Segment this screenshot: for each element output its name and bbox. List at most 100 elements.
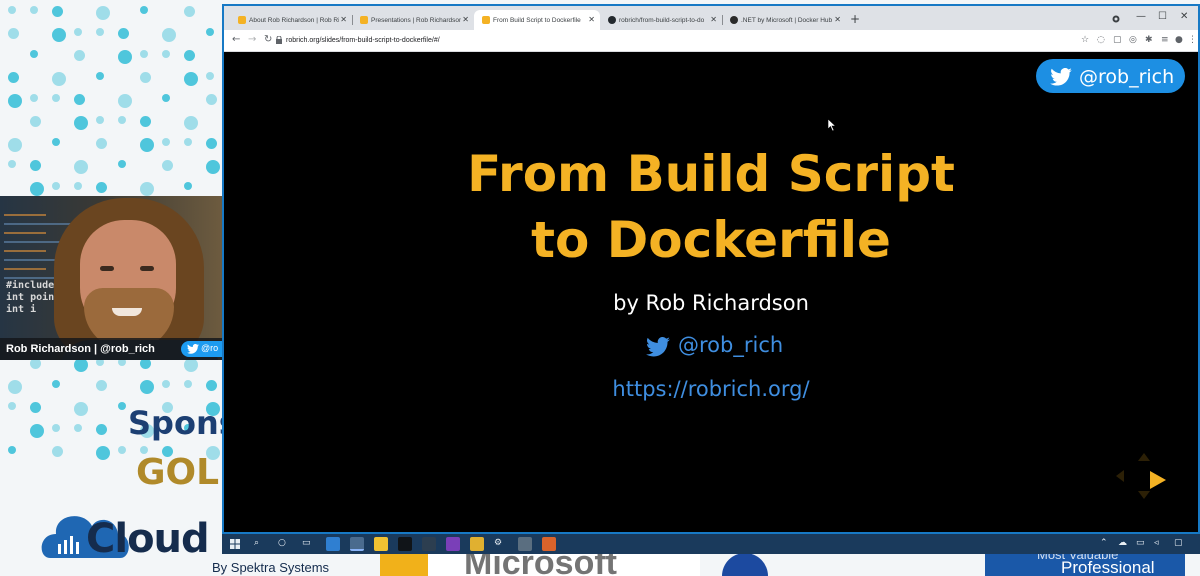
decorative-dot (118, 116, 126, 124)
slide-title-line1: From Build Script (467, 145, 955, 203)
notes-taskbar-icon[interactable] (470, 537, 484, 551)
decorative-dot (140, 138, 154, 152)
decorative-dot (96, 6, 110, 20)
record-icon[interactable] (1112, 15, 1120, 23)
browser-toolbar: ← → ↻ robrich.org/slides/from-build-scri… (224, 30, 1198, 52)
profile-icon[interactable]: ● (1175, 35, 1183, 45)
mvp-badge-line2: Professional (1061, 558, 1155, 576)
extension-icon[interactable]: ◌ (1097, 35, 1105, 45)
decorative-dot (30, 182, 44, 196)
terminal-taskbar-icon[interactable] (398, 537, 412, 551)
app-taskbar-icon[interactable] (542, 537, 556, 551)
decorative-dot (74, 28, 82, 36)
search-icon[interactable]: ⌕ (254, 538, 259, 548)
visual-studio-icon[interactable] (446, 537, 460, 551)
decorative-dot (52, 182, 60, 190)
console-taskbar-icon[interactable] (422, 537, 436, 551)
close-window-button[interactable]: ✕ (1180, 11, 1188, 22)
decorative-dot (52, 28, 66, 42)
decorative-dot (52, 72, 66, 86)
browser-menu-icon[interactable]: ⋮ (1188, 35, 1197, 45)
settings-gear-icon[interactable]: ⚙ (494, 538, 502, 548)
tab-title: robrich/from-build-script-to-do (619, 17, 705, 24)
tab-close-icon[interactable]: ✕ (710, 15, 717, 24)
decorative-dot (184, 380, 192, 388)
decorative-dot (74, 94, 85, 105)
decorative-dot (74, 50, 85, 61)
presenter-name-label: Rob Richardson | @rob_rich (6, 343, 155, 355)
presenter-eye (140, 266, 154, 271)
decorative-dot (8, 72, 19, 83)
robrich-favicon-icon (238, 16, 246, 24)
minimize-button[interactable]: — (1136, 11, 1146, 22)
decorative-dot (140, 50, 148, 58)
twitter-bird-icon (1050, 68, 1072, 86)
tab-close-icon[interactable]: ✕ (462, 15, 469, 24)
file-explorer-icon[interactable] (374, 537, 388, 551)
volume-tray-icon[interactable]: ◃ (1154, 538, 1159, 548)
app-taskbar-icon[interactable] (518, 537, 532, 551)
decorative-dot (52, 138, 60, 146)
tab-slides-active[interactable]: From Build Script to Dockerfile ✕ (474, 10, 600, 30)
extension-icon[interactable]: ◎ (1129, 35, 1137, 45)
tab-about[interactable]: About Rob Richardson | Rob Ric ✕ (230, 10, 352, 30)
tab-close-icon[interactable]: ✕ (340, 15, 347, 24)
extension-icon[interactable]: ▢ (1113, 35, 1122, 45)
task-view-icon[interactable]: ○ (278, 538, 286, 548)
sponsor-shield-icon (722, 553, 768, 576)
decorative-dot (74, 116, 88, 130)
webcam-video: #include <std int pointint int i (0, 196, 222, 360)
network-tray-icon[interactable]: ▭ (1136, 538, 1145, 548)
forward-arrow-icon[interactable]: → (248, 34, 256, 45)
back-arrow-icon[interactable]: ← (232, 34, 240, 45)
github-icon (608, 16, 616, 24)
tab-github[interactable]: robrich/from-build-script-to-do ✕ (600, 10, 722, 30)
decorative-dot (140, 72, 151, 83)
slide-website-link[interactable]: https://robrich.org/ (224, 377, 1198, 401)
bookmark-star-icon[interactable]: ☆ (1081, 35, 1089, 45)
decorative-dot (118, 402, 126, 410)
tab-search-icon[interactable]: ≡ (1161, 35, 1169, 45)
decorative-dot (74, 160, 88, 174)
tab-presentations[interactable]: Presentations | Rob Richardson | ✕ (352, 10, 474, 30)
mvp-badge: Most Valuable Professional (985, 552, 1185, 576)
tab-close-icon[interactable]: ✕ (588, 15, 595, 24)
decorative-dot (74, 402, 88, 416)
notification-icon[interactable]: ▢ (1174, 538, 1183, 548)
maximize-button[interactable]: ☐ (1158, 11, 1167, 22)
address-bar[interactable]: robrich.org/slides/from-build-script-to-… (286, 37, 440, 44)
tab-title: From Build Script to Dockerfile (493, 17, 581, 24)
decorative-dot (184, 50, 195, 61)
mouse-cursor-icon (828, 119, 836, 131)
vscode-taskbar-icon[interactable] (326, 537, 340, 551)
decorative-dot (52, 380, 60, 388)
webcam-twitter-fragment: @ro (201, 343, 219, 353)
decorative-dot (96, 72, 104, 80)
decorative-dot (8, 380, 22, 394)
chrome-taskbar-icon[interactable] (350, 537, 364, 551)
decorative-dot (140, 182, 154, 196)
windows-start-icon[interactable] (230, 539, 240, 549)
decorative-dot (96, 380, 107, 391)
next-slide-arrow-icon[interactable] (1150, 471, 1166, 489)
new-tab-button[interactable]: + (850, 12, 860, 26)
extensions-puzzle-icon[interactable]: ✱ (1145, 35, 1153, 45)
tray-chevron-icon[interactable]: ⌃ (1100, 538, 1108, 548)
cloudlabs-byline: By Spektra Systems (212, 560, 330, 575)
decorative-dot (140, 6, 148, 14)
decorative-dot (162, 94, 170, 102)
tab-dockerhub[interactable]: .NET by Microsoft | Docker Hub ✕ (722, 10, 846, 30)
cloud-tray-icon[interactable]: ☁ (1118, 538, 1127, 548)
decorative-dot (184, 182, 192, 190)
decorative-dot (30, 6, 38, 14)
reload-icon[interactable]: ↻ (264, 34, 272, 45)
slide-twitter-handle[interactable]: @rob_rich (678, 333, 783, 357)
decorative-dot (162, 50, 170, 58)
decorative-dot (8, 6, 16, 14)
widgets-icon[interactable]: ▭ (302, 538, 311, 548)
decorative-dot (206, 160, 220, 174)
tab-close-icon[interactable]: ✕ (834, 15, 841, 24)
decorative-dot (118, 50, 132, 64)
decorative-dot (162, 28, 176, 42)
twitter-bird-icon (646, 337, 670, 357)
